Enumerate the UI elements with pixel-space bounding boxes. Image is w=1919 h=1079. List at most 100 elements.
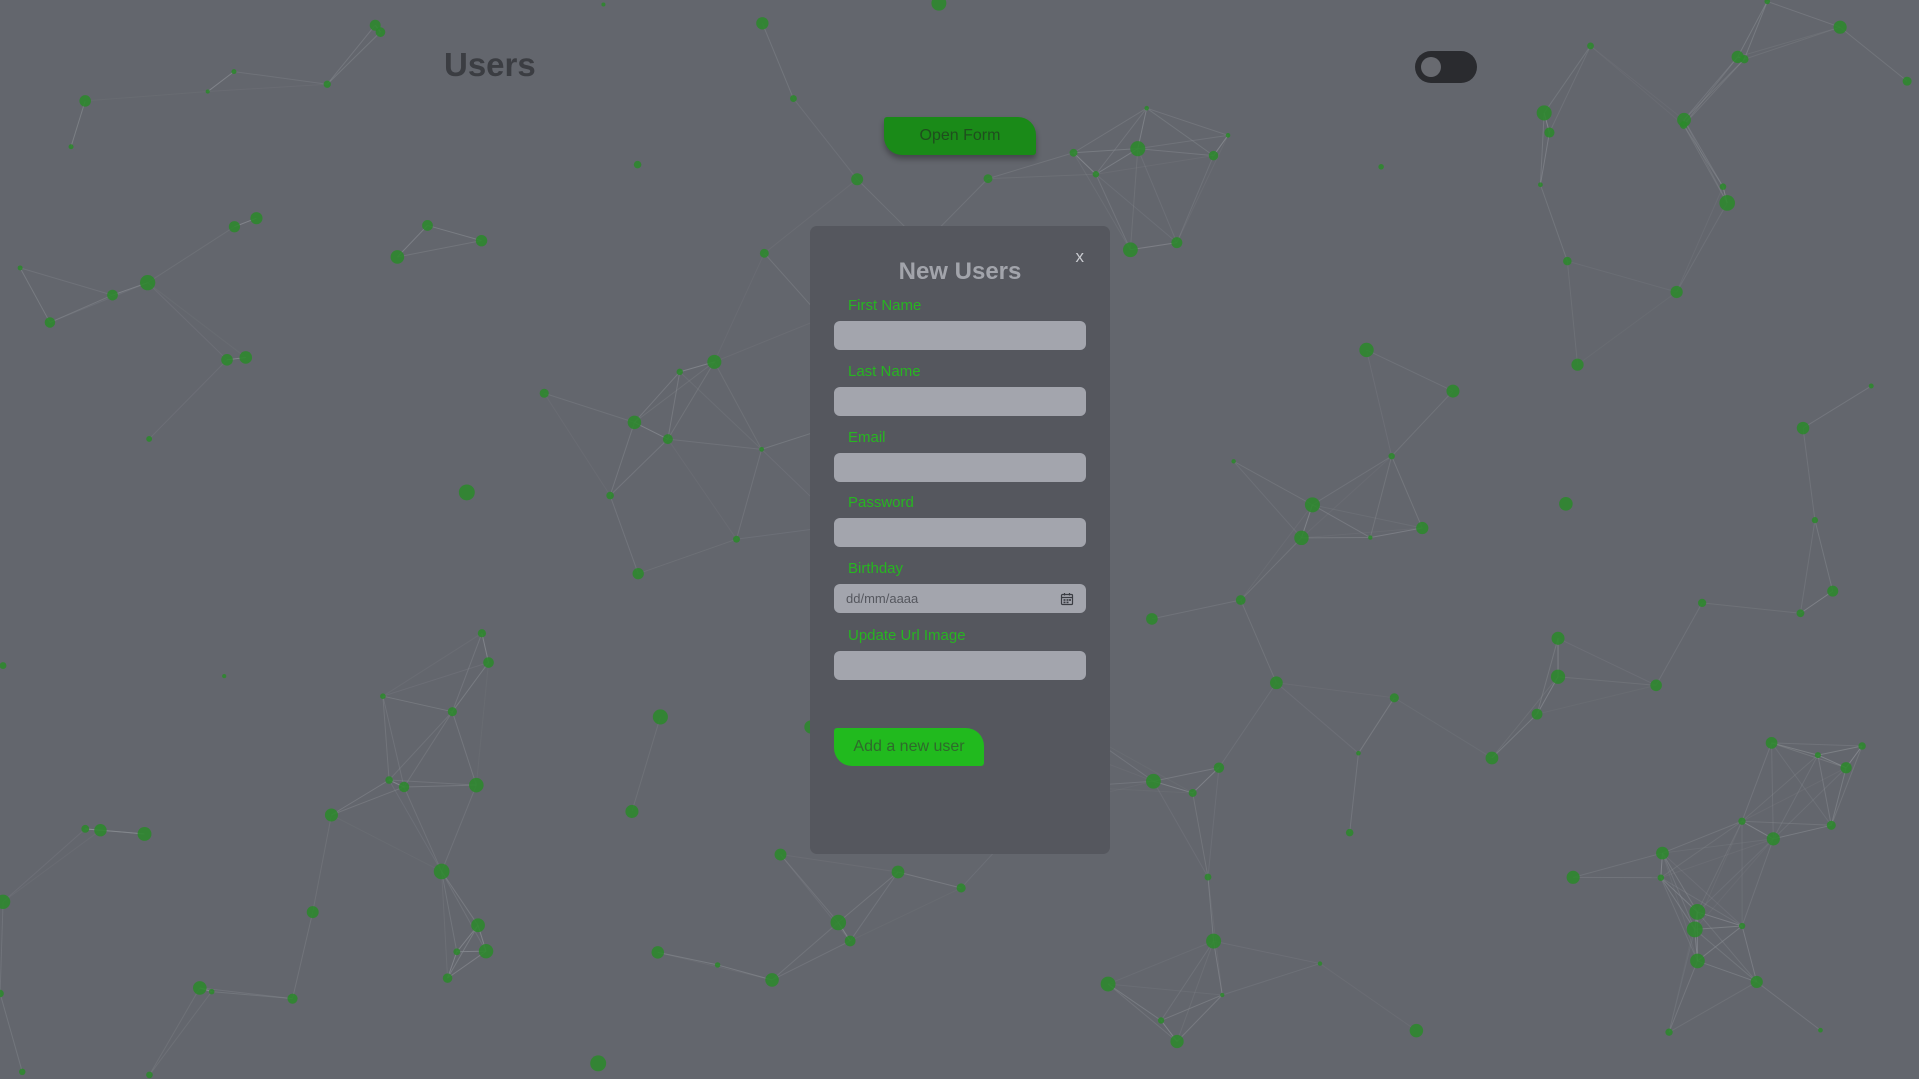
network-link [897,871,962,889]
network-link [1539,184,1568,262]
network-link [1391,455,1423,529]
network-node [137,827,152,841]
network-node [1559,497,1573,511]
network-link [1240,537,1302,601]
network-link [1683,58,1745,126]
network-link [382,695,453,713]
network-link [312,814,332,913]
add-user-button[interactable]: Add a new user [834,728,984,766]
network-node [1563,256,1572,266]
network-node [68,144,74,150]
email-field: Email [834,429,1086,482]
network-node [433,863,450,880]
network-node [1123,242,1138,258]
network-link [1817,755,1832,826]
network-link [1312,504,1423,529]
network-link [1567,260,1677,293]
network-node [469,777,484,793]
first-name-label: First Name [848,297,922,314]
network-link [1491,713,1538,759]
network-link [1152,780,1209,878]
birthday-input[interactable]: dd/mm/aaaa [834,584,1086,613]
image-url-input[interactable] [834,651,1086,680]
birthday-label: Birthday [848,560,904,577]
network-node [1170,1034,1184,1049]
network-link [771,940,851,981]
network-node [323,80,331,88]
network-node [422,220,433,231]
network-node [324,808,338,822]
network-node [1796,609,1805,618]
network-node [662,434,673,445]
network-link [1207,767,1220,878]
network-node [1213,762,1225,773]
network-link [1830,767,1847,826]
network-node [1356,750,1361,756]
network-link [1772,767,1847,840]
network-link [1741,820,1832,826]
network-link [1839,26,1908,82]
network-node [1220,992,1225,998]
email-input[interactable] [834,453,1086,482]
network-node [1359,342,1374,358]
network-link [149,987,201,1076]
network-link [1660,877,1696,930]
network-node [1731,50,1744,64]
calendar-icon[interactable] [1060,592,1074,606]
network-node [228,221,241,233]
network-link [1349,753,1359,833]
network-link [1683,124,1724,187]
network-node [1208,150,1219,161]
network-node [222,673,227,679]
network-link [1370,527,1423,539]
network-node [1665,1028,1673,1036]
network-node [1446,384,1460,398]
open-form-button[interactable]: Open Form [884,117,1036,155]
network-link [1240,504,1313,601]
network-node [1670,285,1683,299]
network-node [398,781,410,793]
network-link [207,71,235,92]
password-field: Password [834,494,1086,547]
network-node [19,1068,26,1076]
network-link [1151,599,1241,620]
password-input[interactable] [834,518,1086,547]
network-link [403,786,443,872]
theme-toggle[interactable] [1415,51,1477,83]
network-link [987,152,1074,180]
network-link [761,23,794,99]
network-node [1679,121,1688,129]
network-node [774,848,787,861]
network-node [1868,383,1874,389]
network-link [1767,0,1841,28]
network-node [1571,358,1584,371]
network-node [239,351,253,364]
toggle-knob [1421,57,1441,77]
last-name-label: Last Name [848,363,921,380]
network-link [149,991,213,1076]
network-link [1771,742,1832,826]
network-link [1233,461,1302,539]
network-link [1276,682,1359,754]
last-name-input[interactable] [834,387,1086,416]
network-link [543,392,611,496]
network-link [0,993,23,1072]
network-link [1213,940,1321,965]
network-link [1802,385,1872,429]
network-link [1577,291,1677,366]
network-node [590,1055,607,1072]
network-node [1188,788,1197,797]
network-link [1771,742,1847,769]
network-node [1317,961,1323,966]
network-link [451,662,489,712]
network-node [208,988,215,995]
network-node [1144,105,1149,111]
network-link [1137,148,1214,157]
birthday-placeholder: dd/mm/aaaa [846,591,919,606]
network-link [667,438,762,450]
network-link [2,829,101,903]
network-link [403,711,453,788]
network-node [1069,148,1078,157]
first-name-input[interactable] [834,321,1086,350]
network-node [1719,183,1727,190]
